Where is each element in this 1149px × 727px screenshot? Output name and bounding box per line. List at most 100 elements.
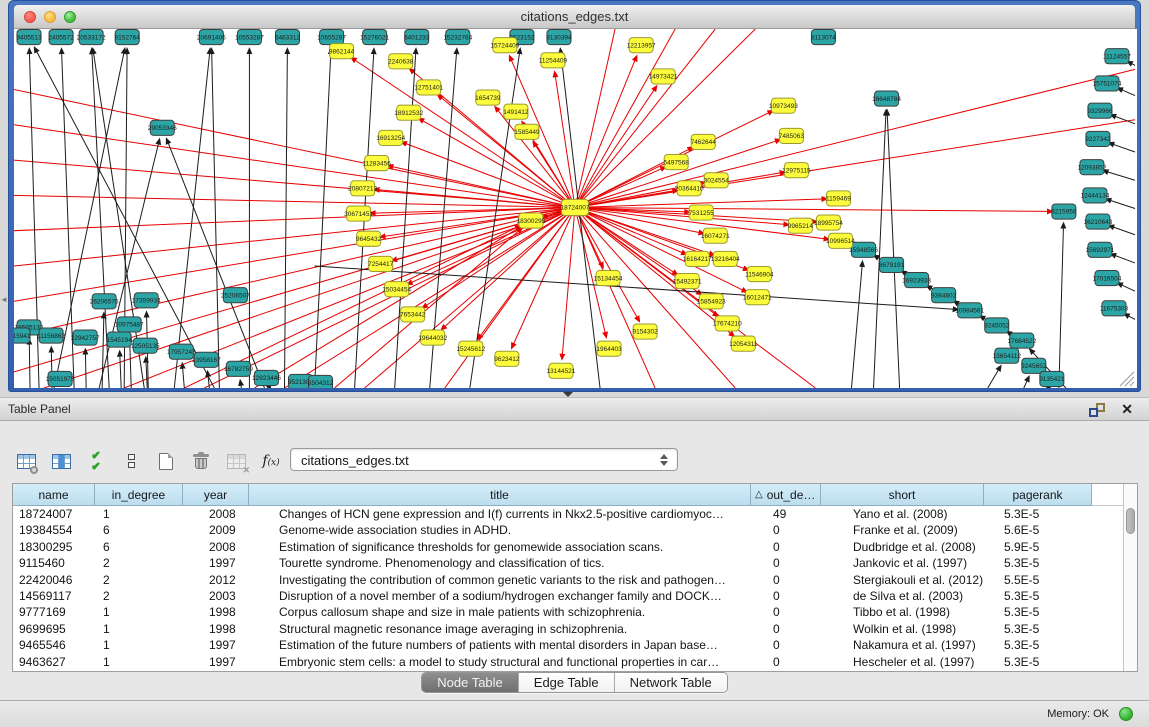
cell-short[interactable]: Tibbo et al. (1998) <box>821 604 984 620</box>
cell-in_degree[interactable]: 1 <box>95 604 183 620</box>
graph-node[interactable]: 10996514 <box>826 233 855 248</box>
network-canvas[interactable]: 1872400794055132405572205331729152764206… <box>14 29 1137 388</box>
graph-node[interactable]: 12505135 <box>131 338 160 353</box>
graph-node[interactable]: 16074271 <box>701 228 730 243</box>
cell-out_de[interactable]: 0 <box>751 572 821 588</box>
cell-in_degree[interactable]: 1 <box>95 637 183 653</box>
graph-node[interactable]: 15232764 <box>443 30 472 45</box>
scrollbar-thumb[interactable] <box>1126 508 1135 534</box>
graph-node[interactable]: 7254417 <box>368 256 394 271</box>
cell-year[interactable]: 1997 <box>183 654 249 670</box>
cell-pagerank[interactable]: 5.3E-5 <box>984 637 1092 653</box>
table-row[interactable]: 1938455462009Genome-wide association stu… <box>13 522 1137 538</box>
graph-node[interactable]: 11254409 <box>539 53 568 68</box>
float-window-icon[interactable] <box>1089 403 1105 417</box>
graph-node[interactable]: 15692971 <box>1085 242 1114 257</box>
graph-node[interactable]: 1654739 <box>475 90 501 105</box>
table-row[interactable]: 911546021997Tourette syndrome. Phenomeno… <box>13 555 1137 571</box>
cell-year[interactable]: 2009 <box>183 522 249 538</box>
cell-out_de[interactable]: 0 <box>751 621 821 637</box>
cell-short[interactable]: Jankovic et al. (1997) <box>821 555 984 571</box>
cell-name[interactable]: 22420046 <box>13 572 95 588</box>
graph-node[interactable]: 10973493 <box>769 98 798 113</box>
graph-node[interactable]: 20533172 <box>77 30 106 45</box>
cell-short[interactable]: Dudbridge et al. (2008) <box>821 539 984 555</box>
table-selector-dropdown[interactable]: citations_edges.txt <box>290 448 678 471</box>
graph-node[interactable]: 12751401 <box>414 80 443 95</box>
cell-name[interactable]: 9777169 <box>13 604 95 620</box>
show-columns-button[interactable] <box>49 449 73 473</box>
cell-year[interactable]: 2008 <box>183 539 249 555</box>
delete-column-button[interactable] <box>189 449 213 473</box>
graph-node[interactable]: 12054311 <box>729 336 758 351</box>
cell-name[interactable]: 9465546 <box>13 637 95 653</box>
cell-title[interactable]: Estimation of the future numbers of pati… <box>249 637 751 653</box>
graph-node[interactable]: 17016504 <box>1092 271 1121 286</box>
cell-out_de[interactable]: 0 <box>751 555 821 571</box>
graph-node[interactable]: 20691406 <box>197 30 226 45</box>
graph-node[interactable]: 30671451 <box>344 206 373 221</box>
graph-node[interactable]: 15245612 <box>456 341 485 356</box>
graph-node[interactable]: 29053346 <box>148 120 177 135</box>
cell-pagerank[interactable]: 5.9E-5 <box>984 539 1092 555</box>
graph-node[interactable]: 2405572 <box>48 30 74 45</box>
graph-node[interactable]: 17359934 <box>132 293 161 308</box>
cell-pagerank[interactable]: 5.3E-5 <box>984 604 1092 620</box>
memory-status-icon[interactable] <box>1119 707 1133 721</box>
graph-node[interactable]: 15751074 <box>1092 76 1121 91</box>
cell-name[interactable]: 14569117 <box>13 588 95 604</box>
cell-in_degree[interactable]: 2 <box>95 572 183 588</box>
graph-node[interactable]: 26206576 <box>90 294 119 309</box>
cell-pagerank[interactable]: 5.3E-5 <box>984 588 1092 604</box>
graph-node[interactable]: 1545194 <box>107 332 133 347</box>
cell-year[interactable]: 1998 <box>183 604 249 620</box>
cell-in_degree[interactable]: 1 <box>95 654 183 670</box>
graph-node[interactable]: 9623412 <box>494 351 520 366</box>
column-header-year[interactable]: year <box>183 484 249 506</box>
cell-short[interactable]: de Silva et al. (2003) <box>821 588 984 604</box>
cell-title[interactable]: Corpus callosum shape and size in male p… <box>249 604 751 620</box>
graph-node[interactable]: 12923446 <box>252 370 281 385</box>
graph-node[interactable]: 11283456 <box>362 156 391 171</box>
graph-node[interactable]: 9152764 <box>115 30 141 45</box>
graph-node[interactable]: 8679191 <box>879 257 905 272</box>
table-row[interactable]: 1872400712008Changes of HCN gene express… <box>13 506 1137 522</box>
cell-title[interactable]: Changes of HCN gene expression and I(f) … <box>249 506 751 522</box>
column-header-in_degree[interactable]: in_degree <box>95 484 183 506</box>
row-height-button[interactable] <box>119 449 143 473</box>
graph-node[interactable]: 9384602 <box>931 288 957 303</box>
graph-node[interactable]: 5497568 <box>664 155 690 170</box>
graph-node[interactable]: 20364410 <box>675 181 704 196</box>
cell-year[interactable]: 2008 <box>183 506 249 522</box>
graph-node[interactable]: 9965214 <box>788 218 814 233</box>
tab-network-table[interactable]: Network Table <box>614 673 727 692</box>
table-row[interactable]: 969969511998Structural magnetic resonanc… <box>13 621 1137 637</box>
graph-node[interactable]: 9645432 <box>356 231 382 246</box>
cell-short[interactable]: Wolkin et al. (1998) <box>821 621 984 637</box>
cell-title[interactable]: Embryonic stem cells: a model to study s… <box>249 654 751 670</box>
graph-node[interactable]: 17674210 <box>713 316 742 331</box>
cell-in_degree[interactable]: 1 <box>95 621 183 637</box>
graph-node[interactable]: 16782759 <box>224 361 253 376</box>
network-window-titlebar[interactable]: citations_edges.txt <box>14 5 1135 29</box>
graph-node[interactable]: 9329966 <box>1087 103 1113 118</box>
graph-node[interactable]: 9227342 <box>1085 131 1111 146</box>
graph-node[interactable]: 13654112 <box>993 348 1022 363</box>
new-column-button[interactable] <box>154 449 178 473</box>
cell-title[interactable]: Structural magnetic resonance image aver… <box>249 621 751 637</box>
graph-node[interactable]: 14973421 <box>649 69 678 84</box>
graph-node[interactable]: 18912532 <box>394 105 423 120</box>
graph-node[interactable]: 16210643 <box>1083 214 1112 229</box>
graph-node[interactable]: 15492371 <box>673 274 702 289</box>
cell-in_degree[interactable]: 6 <box>95 522 183 538</box>
graph-node[interactable]: 13144521 <box>547 363 576 378</box>
cell-short[interactable]: Hescheler et al. (1997) <box>821 654 984 670</box>
graph-node[interactable]: 15134454 <box>594 271 623 286</box>
column-header-out_de[interactable]: △out_de… <box>751 484 821 506</box>
graph-node[interactable]: 15276021 <box>360 30 389 45</box>
cell-out_de[interactable]: 0 <box>751 604 821 620</box>
graph-node[interactable]: 8504312 <box>308 375 334 388</box>
graph-node[interactable]: 9135421 <box>1039 371 1065 386</box>
graph-node[interactable]: 10984561 <box>955 303 984 318</box>
cell-pagerank[interactable]: 5.3E-5 <box>984 621 1092 637</box>
